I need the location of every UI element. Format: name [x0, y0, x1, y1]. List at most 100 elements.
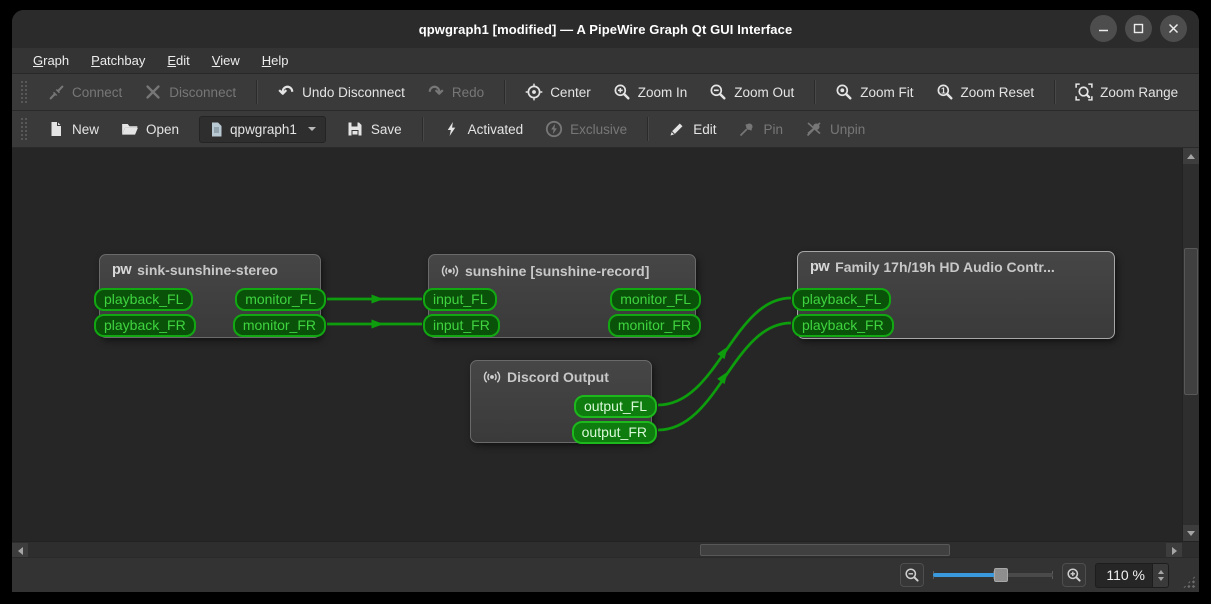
port-input_FR[interactable]: input_FR	[423, 314, 500, 337]
connections-layer	[327, 294, 792, 432]
toolbar-separator	[647, 117, 649, 141]
connection-arrow	[371, 319, 384, 329]
port-playback_FR[interactable]: playback_FR	[792, 314, 894, 337]
zoom-slider[interactable]	[933, 565, 1054, 585]
open-button[interactable]: Open	[111, 114, 189, 144]
zoom-out-icon	[905, 568, 919, 582]
toolbar-drag-handle[interactable]	[20, 80, 27, 104]
undo-icon: ↶	[278, 82, 294, 102]
scroll-up-button[interactable]	[1183, 148, 1199, 164]
undo-disconnect-button[interactable]: ↶ Undo Disconnect	[267, 77, 415, 107]
zoom-out-button[interactable]: Zoom Out	[699, 77, 804, 107]
svg-text:1: 1	[941, 85, 946, 95]
spin-up-icon[interactable]	[1157, 569, 1164, 574]
zoom-in-icon	[1067, 568, 1081, 582]
zoom-range-button[interactable]: Zoom Range	[1065, 77, 1188, 107]
zoom-percent-spinbox[interactable]: 110 %	[1095, 562, 1169, 588]
vertical-scrollbar[interactable]	[1182, 148, 1199, 541]
statusbar-zoom-out-button[interactable]	[900, 563, 925, 587]
zoom-in-icon	[613, 83, 631, 101]
zoom-out-icon	[709, 83, 727, 101]
node-discord-output[interactable]: Discord Output output_FL output_FR	[470, 360, 657, 444]
node-sink-sunshine-stereo[interactable]: pw sink-sunshine-stereo playback_FL play…	[94, 254, 326, 338]
activated-button[interactable]: Activated	[433, 114, 534, 144]
scroll-down-button[interactable]	[1183, 525, 1199, 541]
pin-button[interactable]: Pin	[728, 114, 793, 144]
menu-graph[interactable]: Graph	[24, 50, 78, 71]
save-button[interactable]: Save	[336, 114, 412, 144]
horizontal-scrollbar[interactable]	[12, 541, 1182, 558]
chevron-down-icon	[307, 127, 316, 131]
redo-button[interactable]: ↷ Redo	[417, 77, 494, 107]
maximize-button[interactable]	[1125, 15, 1152, 42]
scroll-right-button[interactable]	[1166, 543, 1182, 558]
audio-stream-icon	[441, 262, 459, 280]
port-monitor_FL[interactable]: monitor_FL	[235, 288, 326, 311]
minimize-button[interactable]	[1090, 15, 1117, 42]
node-title: Family 17h/19h HD Audio Contr...	[835, 259, 1055, 275]
node-title: sunshine [sunshine-record]	[465, 263, 650, 279]
toolbar-separator	[1054, 80, 1056, 104]
toolbar-separator	[504, 80, 506, 104]
port-output_FR[interactable]: output_FR	[571, 421, 657, 444]
menu-bar: Graph Patchbay Edit View Help	[12, 48, 1199, 74]
horizontal-scrollbar-thumb[interactable]	[700, 544, 950, 556]
connect-icon	[47, 83, 65, 101]
app-window: qpwgraph1 [modified] — A PipeWire Graph …	[12, 10, 1199, 592]
port-output_FL[interactable]: output_FL	[573, 395, 657, 418]
toolbar-separator	[421, 117, 423, 141]
scroll-left-button[interactable]	[12, 543, 28, 558]
arrow-right-icon	[1171, 546, 1177, 555]
minimize-icon	[1099, 29, 1108, 32]
toolbar-drag-handle[interactable]	[20, 117, 27, 141]
resize-grip[interactable]	[1182, 575, 1196, 589]
disconnect-icon	[144, 83, 162, 101]
port-playback_FL[interactable]: playback_FL	[792, 288, 892, 311]
edit-button[interactable]: Edit	[658, 114, 726, 144]
zoom-slider-fill	[933, 573, 1001, 577]
port-playback_FL[interactable]: playback_FL	[94, 288, 194, 311]
center-button[interactable]: Center	[515, 77, 601, 107]
vertical-scrollbar-thumb[interactable]	[1184, 248, 1198, 395]
port-playback_FR[interactable]: playback_FR	[94, 314, 196, 337]
zoom-in-button[interactable]: Zoom In	[603, 77, 698, 107]
activated-bolt-icon	[443, 120, 461, 138]
title-bar[interactable]: qpwgraph1 [modified] — A PipeWire Graph …	[12, 10, 1199, 48]
center-icon	[525, 83, 543, 101]
statusbar-zoom-in-button[interactable]	[1062, 563, 1087, 587]
new-button[interactable]: New	[37, 114, 109, 144]
zoom-reset-icon: 1	[936, 83, 954, 101]
redo-icon: ↷	[428, 82, 444, 102]
close-icon	[1168, 23, 1179, 34]
node-family-hd-audio[interactable]: pw Family 17h/19h HD Audio Contr... play…	[792, 251, 1115, 339]
spin-down-icon[interactable]	[1157, 576, 1164, 581]
menu-view[interactable]: View	[203, 50, 249, 71]
graph-canvas[interactable]: pw sink-sunshine-stereo playback_FL play…	[12, 148, 1182, 541]
port-input_FL[interactable]: input_FL	[423, 288, 498, 311]
zoom-fit-button[interactable]: Zoom Fit	[825, 77, 923, 107]
connection-arrow	[371, 294, 384, 304]
arrow-down-icon	[1187, 530, 1195, 536]
connect-button[interactable]: Connect	[37, 77, 132, 107]
zoom-range-icon	[1075, 83, 1093, 101]
patchbay-selector[interactable]: qpwgraph1	[199, 115, 326, 143]
port-monitor_FR[interactable]: monitor_FR	[607, 314, 701, 337]
zoom-slider-handle[interactable]	[993, 568, 1008, 582]
node-sunshine-record[interactable]: sunshine [sunshine-record] input_FL inpu…	[423, 254, 701, 338]
zoom-reset-button[interactable]: 1 Zoom Reset	[926, 77, 1045, 107]
zoom-fit-icon	[835, 83, 853, 101]
menu-help[interactable]: Help	[253, 50, 298, 71]
unpin-button[interactable]: Unpin	[795, 114, 875, 144]
menu-patchbay[interactable]: Patchbay	[82, 50, 154, 71]
port-monitor_FR[interactable]: monitor_FR	[232, 314, 326, 337]
exclusive-button[interactable]: Exclusive	[535, 114, 637, 144]
node-title: Discord Output	[507, 369, 609, 385]
pipewire-icon: pw	[810, 259, 830, 275]
toolbar-separator	[814, 80, 816, 104]
edit-pencil-icon	[668, 120, 686, 138]
pin-icon	[738, 120, 756, 138]
port-monitor_FL[interactable]: monitor_FL	[610, 288, 701, 311]
menu-edit[interactable]: Edit	[158, 50, 198, 71]
close-button[interactable]	[1160, 15, 1187, 42]
disconnect-button[interactable]: Disconnect	[134, 77, 246, 107]
